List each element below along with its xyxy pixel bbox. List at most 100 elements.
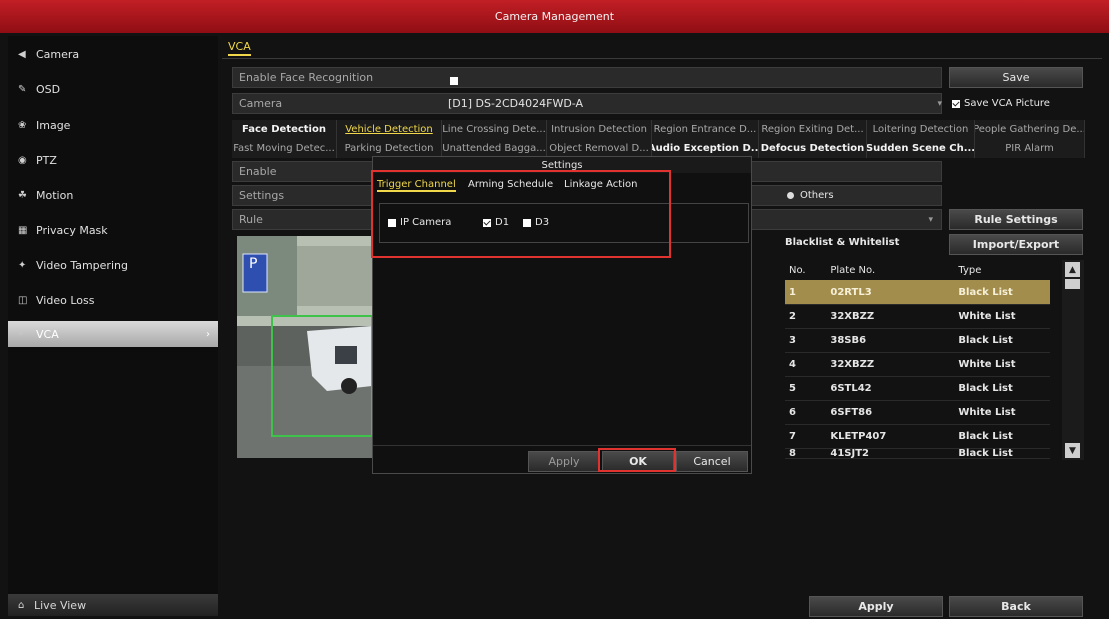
scroll-down-icon[interactable]: ▼ [1065, 443, 1080, 458]
save-button[interactable]: Save [949, 67, 1083, 88]
sidebar-item-label: OSD [36, 82, 61, 96]
cell-type: White List [958, 358, 1016, 370]
table-scrollbar[interactable]: ▲ ▼ [1062, 260, 1084, 460]
table-row[interactable]: 3 38SB6 Black List [785, 328, 1050, 353]
video-loss-icon: ◫ [18, 294, 28, 306]
tab-defocus-detection[interactable]: Defocus Detection [759, 139, 867, 158]
others-label: Others [800, 190, 834, 201]
enable-label: Enable [239, 165, 277, 178]
sidebar-item-camera[interactable]: ◀ Camera [8, 41, 218, 67]
sidebar-item-label: Motion [36, 188, 74, 202]
cell-no: 6 [789, 406, 796, 418]
face-recognition-row: Enable Face Recognition [232, 67, 942, 88]
tab-sudden-scene-change[interactable]: Sudden Scene Ch... [867, 139, 975, 158]
camera-label: Camera [239, 97, 283, 110]
detection-tabs-row-1: Face Detection Vehicle Detection Line Cr… [232, 120, 1085, 139]
sidebar-item-vca[interactable]: ◦ VCA › [8, 321, 218, 347]
svg-text:P: P [249, 256, 257, 272]
image-icon: ❀ [18, 119, 27, 131]
enable-face-recognition-label: Enable Face Recognition [239, 71, 374, 84]
title-bar: Camera Management [0, 0, 1109, 33]
chevron-down-icon: ▾ [937, 98, 942, 109]
others-radio[interactable]: Others [787, 185, 834, 206]
cell-type: Black List [958, 448, 1013, 459]
video-tampering-icon: ✦ [18, 259, 27, 271]
sidebar-item-motion[interactable]: ☘ Motion [8, 182, 218, 208]
chevron-right-icon: › [206, 328, 210, 340]
cell-no: 2 [789, 310, 796, 322]
import-export-button[interactable]: Import/Export [949, 234, 1083, 255]
tab-vehicle-detection[interactable]: Vehicle Detection [337, 120, 442, 139]
sidebar-item-image[interactable]: ❀ Image [8, 112, 218, 138]
cell-plate: KLETP407 [830, 430, 887, 442]
osd-icon: ✎ [18, 83, 27, 95]
rule-label: Rule [239, 213, 263, 226]
save-vca-picture-checkbox[interactable]: Save VCA Picture [952, 93, 1050, 114]
checkbox-icon [450, 77, 458, 85]
column-header: Type [958, 264, 982, 276]
dialog-apply-button[interactable]: Apply [528, 451, 600, 472]
face-recognition-checkbox[interactable] [450, 74, 462, 87]
divider [373, 445, 751, 446]
dialog-cancel-button[interactable]: Cancel [676, 451, 748, 472]
scroll-thumb[interactable] [1065, 279, 1080, 289]
table-row[interactable]: 5 6STL42 Black List [785, 376, 1050, 401]
checkbox-icon [952, 99, 960, 108]
sidebar-item-video-loss[interactable]: ◫ Video Loss [8, 287, 218, 313]
table-row[interactable]: 2 32XBZZ White List [785, 304, 1050, 329]
tab-pir-alarm[interactable]: PIR Alarm [975, 139, 1085, 158]
tab-intrusion-detection[interactable]: Intrusion Detection [547, 120, 652, 139]
blacklist-label: Blacklist & Whitelist [785, 237, 900, 248]
save-vca-picture-label: Save VCA Picture [964, 98, 1050, 109]
cell-no: 8 [789, 448, 796, 459]
cell-plate: 6STL42 [830, 382, 872, 394]
sidebar-item-label: Privacy Mask [36, 223, 108, 237]
tab-fast-moving[interactable]: Fast Moving Detec... [232, 139, 337, 158]
cell-plate: 41SJT2 [830, 448, 869, 459]
highlight-box-ok [598, 448, 676, 472]
live-view-button[interactable]: ⌂ Live View [8, 594, 218, 616]
table-row[interactable]: 1 02RTL3 Black List [785, 280, 1050, 305]
rule-settings-button[interactable]: Rule Settings [949, 209, 1083, 230]
sidebar-item-label: Video Tampering [36, 258, 128, 272]
sidebar: ◀ Camera ✎ OSD ❀ Image ◉ PTZ ☘ Motion ▦ Privac… [8, 36, 218, 616]
table-row[interactable]: 7 KLETP407 Black List [785, 424, 1050, 449]
sidebar-item-ptz[interactable]: ◉ PTZ [8, 147, 218, 173]
apply-button[interactable]: Apply [809, 596, 943, 617]
cell-type: Black List [958, 286, 1013, 298]
cell-no: 1 [789, 286, 796, 298]
column-header: No. [789, 264, 806, 276]
sidebar-item-privacy-mask[interactable]: ▦ Privacy Mask [8, 217, 218, 243]
home-icon: ⌂ [18, 599, 25, 611]
cell-plate: 32XBZZ [830, 358, 875, 370]
cell-no: 7 [789, 430, 796, 442]
live-view-label: Live View [34, 598, 87, 612]
vca-icon: ◦ [18, 328, 24, 340]
cell-type: Black List [958, 382, 1013, 394]
back-button[interactable]: Back [949, 596, 1083, 617]
tab-loitering-detection[interactable]: Loitering Detection [867, 120, 975, 139]
tab-vca[interactable]: VCA [228, 40, 251, 56]
cell-no: 4 [789, 358, 796, 370]
chevron-down-icon: ▾ [928, 214, 933, 225]
cell-type: White List [958, 406, 1016, 418]
tab-face-detection[interactable]: Face Detection [232, 120, 337, 139]
table-row[interactable]: 8 41SJT2 Black List [785, 448, 1050, 459]
camera-value: [D1] DS-2CD4024FWD-A [448, 97, 584, 110]
table-row[interactable]: 6 6SFT86 White List [785, 400, 1050, 425]
column-header: Plate No. [830, 264, 876, 276]
tab-region-exiting[interactable]: Region Exiting Det... [759, 120, 867, 139]
cell-type: Black List [958, 430, 1013, 442]
sidebar-item-osd[interactable]: ✎ OSD [8, 76, 218, 102]
sidebar-item-video-tampering[interactable]: ✦ Video Tampering [8, 252, 218, 278]
tab-people-gathering[interactable]: People Gathering De... [975, 120, 1085, 139]
table-row[interactable]: 4 32XBZZ White List [785, 352, 1050, 377]
scroll-up-icon[interactable]: ▲ [1065, 262, 1080, 277]
tab-line-crossing[interactable]: Line Crossing Dete... [442, 120, 547, 139]
tab-region-entrance[interactable]: Region Entrance D... [652, 120, 759, 139]
cell-plate: 32XBZZ [830, 310, 875, 322]
sidebar-item-label: PTZ [36, 153, 57, 167]
camera-select[interactable]: [D1] DS-2CD4024FWD-A ▾ [448, 93, 942, 114]
sidebar-item-label: VCA [36, 327, 59, 341]
cell-no: 3 [789, 334, 796, 346]
